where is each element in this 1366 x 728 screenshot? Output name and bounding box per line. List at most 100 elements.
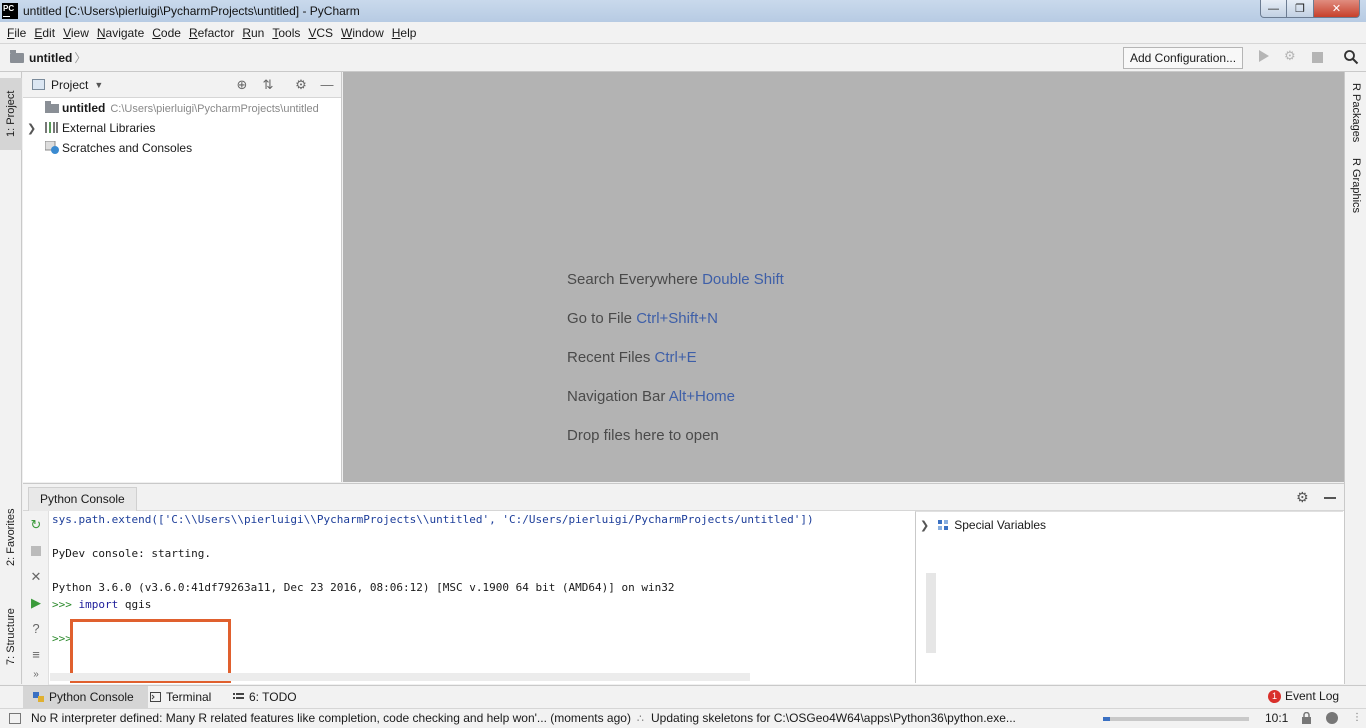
- tool-tab-r-graphics[interactable]: R Graphics: [1345, 156, 1366, 216]
- right-tool-strip: R Packages R Graphics: [1344, 72, 1366, 684]
- resize-grip-icon: ⋮: [1352, 712, 1362, 723]
- gear-icon[interactable]: ⚙: [1296, 489, 1309, 506]
- console-line: PyDev console: starting.: [52, 547, 211, 560]
- left-tool-strip: 1: Project 2: Favorites 7: Structure: [0, 72, 22, 684]
- title-bar: PC untitled [C:\Users\pierluigi\PycharmP…: [0, 0, 1366, 22]
- hint-search-everywhere: Search Everywhere Double Shift: [567, 271, 784, 288]
- event-log-button[interactable]: 1 Event Log: [1268, 689, 1339, 703]
- close-button[interactable]: ✕: [1314, 0, 1360, 18]
- lock-icon[interactable]: [1301, 712, 1312, 724]
- console-line: Python 3.6.0 (v3.6.0:41df79263a11, Dec 2…: [52, 581, 675, 594]
- menu-window[interactable]: Window: [337, 26, 388, 40]
- search-icon[interactable]: [1343, 49, 1359, 65]
- menu-bar: File Edit View Navigate Code Refactor Ru…: [0, 22, 1366, 43]
- tool-tab-project[interactable]: 1: Project: [0, 78, 22, 150]
- special-variables-label: Special Variables: [954, 518, 1047, 532]
- inspector-face-icon[interactable]: [1326, 712, 1338, 724]
- menu-help[interactable]: Help: [388, 26, 421, 40]
- stop-icon[interactable]: [27, 542, 45, 560]
- tool-tab-favorites[interactable]: 2: Favorites: [0, 492, 22, 582]
- tree-item-external-libraries[interactable]: ❯ External Libraries: [23, 118, 341, 138]
- collapse-all-icon[interactable]: ⇅: [260, 77, 276, 93]
- console-header: Python Console ⚙: [23, 484, 1344, 511]
- debug-icon[interactable]: ⚙: [1284, 49, 1298, 63]
- tree-item-label: Scratches and Consoles: [62, 141, 193, 155]
- folder-icon: [10, 49, 24, 63]
- navigation-bar: untitled 〉 Add Configuration... ⚙: [0, 43, 1366, 72]
- console-line: sys.path.extend(['C:\\Users\\pierluigi\\…: [52, 513, 814, 526]
- console-toolbar: ↻ ✕ ▶ ? ≡ »: [23, 511, 49, 685]
- maximize-button[interactable]: ❐: [1287, 0, 1314, 18]
- editor-empty-area[interactable]: Search Everywhere Double Shift Go to Fil…: [343, 72, 1344, 482]
- python-icon: [33, 692, 44, 702]
- tool-tab-r-packages[interactable]: R Packages: [1345, 78, 1366, 148]
- status-message[interactable]: No R interpreter defined: Many R related…: [31, 711, 631, 725]
- menu-run[interactable]: Run: [238, 26, 268, 40]
- progress-bar[interactable]: [1103, 717, 1249, 721]
- menu-code[interactable]: Code: [148, 26, 185, 40]
- event-count-badge: 1: [1268, 689, 1281, 703]
- horizontal-scrollbar[interactable]: [50, 673, 750, 681]
- window-controls: — ❐ ✕: [1260, 0, 1360, 18]
- chevron-right-icon[interactable]: ❯: [27, 122, 36, 135]
- menu-tools[interactable]: Tools: [268, 26, 304, 40]
- menu-navigate[interactable]: Navigate: [93, 26, 148, 40]
- project-view-selector[interactable]: Project: [51, 78, 88, 92]
- project-view-icon: [32, 79, 45, 90]
- toggle-tool-windows-icon[interactable]: [9, 713, 21, 724]
- tool-tab-python-console[interactable]: Python Console: [23, 686, 148, 708]
- help-icon[interactable]: ?: [27, 620, 45, 638]
- hide-icon[interactable]: [1324, 497, 1336, 499]
- breadcrumb[interactable]: untitled: [29, 51, 72, 65]
- soft-wrap-icon[interactable]: ≡: [27, 646, 45, 664]
- spinner-icon: ∴: [637, 713, 644, 725]
- menu-edit[interactable]: Edit: [30, 26, 59, 40]
- event-log-label: Event Log: [1285, 689, 1340, 703]
- chevron-right-icon[interactable]: ❯: [920, 519, 929, 532]
- add-configuration-button[interactable]: Add Configuration...: [1123, 47, 1244, 69]
- close-icon[interactable]: ✕: [27, 568, 45, 586]
- terminal-icon: [150, 692, 161, 702]
- stop-icon[interactable]: [1312, 52, 1323, 63]
- rerun-icon[interactable]: ↻: [27, 516, 45, 534]
- run-icon[interactable]: [1259, 50, 1269, 62]
- minimize-button[interactable]: —: [1260, 0, 1287, 18]
- status-bar: No R interpreter defined: Many R related…: [0, 708, 1366, 728]
- tree-item-untitled[interactable]: untitled C:\Users\pierluigi\PycharmProjec…: [23, 98, 341, 118]
- variables-panel: ❯ Special Variables: [915, 511, 1343, 683]
- background-task[interactable]: Updating skeletons for C:\OSGeo4W64\apps…: [651, 711, 1016, 725]
- tree-item-special-variables[interactable]: ❯ Special Variables: [916, 516, 1046, 534]
- menu-file[interactable]: File: [3, 26, 30, 40]
- locate-icon[interactable]: ⊕: [234, 77, 250, 93]
- console-prompt[interactable]: >>>: [52, 630, 72, 647]
- execute-icon[interactable]: ▶: [27, 594, 45, 612]
- gear-icon[interactable]: ⚙: [293, 77, 309, 93]
- bottom-tool-tabs: Python Console Terminal 6: TODO 1 Event …: [0, 685, 1366, 708]
- tab-label: Terminal: [166, 690, 212, 704]
- progress-fill: [1103, 717, 1111, 721]
- console-tab[interactable]: Python Console: [28, 487, 137, 511]
- console-input-line: >>> import qgis: [52, 598, 152, 611]
- hint-recent-files: Recent Files Ctrl+E: [567, 349, 697, 366]
- tool-tab-terminal[interactable]: Terminal: [150, 686, 211, 708]
- console-output[interactable]: sys.path.extend(['C:\\Users\\pierluigi\\…: [50, 511, 936, 685]
- hide-icon[interactable]: —: [319, 77, 335, 93]
- tool-tab-structure[interactable]: 7: Structure: [0, 592, 22, 682]
- more-icon[interactable]: »: [27, 666, 45, 684]
- menu-refactor[interactable]: Refactor: [185, 26, 238, 40]
- chevron-down-icon[interactable]: ▼: [94, 80, 103, 90]
- todo-list-icon: [233, 693, 244, 699]
- tab-label: Python Console: [49, 690, 134, 704]
- variables-icon: [937, 519, 950, 531]
- tab-label: 6: TODO: [249, 690, 297, 704]
- tree-item-scratches[interactable]: Scratches and Consoles: [23, 138, 341, 158]
- tree-item-path: C:\Users\pierluigi\PycharmProjects\untit…: [110, 103, 319, 115]
- tree-item-label: untitled C:\Users\pierluigi\PycharmProjec…: [62, 101, 319, 115]
- breadcrumb-chevron-icon: 〉: [74, 51, 87, 65]
- tree-item-label: External Libraries: [62, 121, 156, 135]
- menu-vcs[interactable]: VCS: [304, 26, 337, 40]
- tool-tab-todo[interactable]: 6: TODO: [233, 686, 297, 708]
- window-title: untitled [C:\Users\pierluigi\PycharmProj…: [23, 4, 360, 18]
- caret-position[interactable]: 10:1: [1265, 711, 1288, 725]
- menu-view[interactable]: View: [59, 26, 93, 40]
